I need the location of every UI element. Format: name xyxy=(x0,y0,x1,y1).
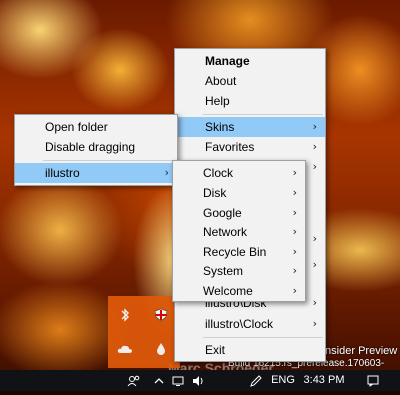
chevron-right-icon: › xyxy=(312,258,317,271)
menu-item-illustro-label: illustro xyxy=(45,166,80,180)
tray-overflow-flyout xyxy=(108,296,180,368)
pen-icon[interactable] xyxy=(248,370,264,391)
menu-item-disk[interactable]: Disk › xyxy=(173,183,305,203)
skins-submenu: Open folder Disable dragging illustro › xyxy=(14,114,178,186)
menu-item-google-label: Google xyxy=(203,206,242,220)
volume-icon[interactable] xyxy=(190,370,206,391)
menu-item-manage[interactable]: Manage xyxy=(175,51,325,71)
menu-item-about[interactable]: About xyxy=(175,71,325,91)
insider-preview-text: Insider Preview xyxy=(322,345,398,357)
menu-item-clock-label: Clock xyxy=(203,166,234,180)
menu-item-disable-dragging[interactable]: Disable dragging xyxy=(15,137,177,157)
menu-item-network-label: Network xyxy=(203,225,248,239)
chevron-right-icon: › xyxy=(312,120,317,133)
chevron-right-icon: › xyxy=(292,206,297,219)
menu-item-system[interactable]: System › xyxy=(173,261,305,281)
menu-item-google[interactable]: Google › xyxy=(173,203,305,223)
onedrive-icon[interactable] xyxy=(116,340,134,358)
network-icon[interactable] xyxy=(170,370,186,391)
menu-item-disk-label: Disk xyxy=(203,186,227,200)
people-icon[interactable] xyxy=(124,370,144,391)
menu-item-help[interactable]: Help xyxy=(175,91,325,111)
taskbar: ENG 3:43 PM xyxy=(0,370,400,391)
menu-item-illustro-clock-label: illustro\Clock xyxy=(205,317,274,331)
action-center-icon[interactable] xyxy=(364,370,382,391)
menu-item-disable-dragging-label: Disable dragging xyxy=(45,140,136,154)
bluetooth-icon[interactable] xyxy=(116,306,134,324)
menu-item-recycle-bin[interactable]: Recycle Bin › xyxy=(173,242,305,262)
illustro-submenu: Clock › Disk › Google › Network › Recycl… xyxy=(172,160,306,302)
menu-item-manage-label: Manage xyxy=(205,54,250,68)
menu-item-illustro-clock[interactable]: illustro\Clock › xyxy=(175,314,325,334)
chevron-right-icon: › xyxy=(312,232,317,245)
menu-item-favorites[interactable]: Favorites › xyxy=(175,137,325,157)
clock-time[interactable]: 3:43 PM xyxy=(302,370,346,391)
menu-item-clock[interactable]: Clock › xyxy=(173,163,305,183)
menu-item-skins-label: Skins xyxy=(205,120,235,134)
menu-item-help-label: Help xyxy=(205,94,230,108)
menu-item-exit-label: Exit xyxy=(205,343,226,357)
chevron-right-icon: › xyxy=(292,166,297,179)
menu-item-open-folder[interactable]: Open folder xyxy=(15,117,177,137)
chevron-right-icon: › xyxy=(292,284,297,297)
chevron-right-icon: › xyxy=(312,296,317,309)
menu-item-skins[interactable]: Skins › xyxy=(175,117,325,137)
menu-item-illustro[interactable]: illustro › xyxy=(15,163,177,183)
menu-separator xyxy=(203,337,323,338)
chevron-right-icon: › xyxy=(292,245,297,258)
windows-defender-icon[interactable] xyxy=(152,306,170,324)
menu-item-open-folder-label: Open folder xyxy=(45,120,108,134)
menu-item-welcome-label: Welcome xyxy=(203,284,253,298)
menu-separator xyxy=(43,160,175,161)
menu-item-network[interactable]: Network › xyxy=(173,222,305,242)
language-indicator[interactable]: ENG xyxy=(270,370,296,391)
menu-separator xyxy=(203,114,323,115)
menu-item-system-label: System xyxy=(203,264,244,278)
menu-item-welcome[interactable]: Welcome › xyxy=(173,281,305,301)
chevron-right-icon: › xyxy=(312,160,317,173)
chevron-right-icon: › xyxy=(292,264,297,277)
menu-item-about-label: About xyxy=(205,74,237,88)
menu-item-favorites-label: Favorites xyxy=(205,140,255,154)
chevron-right-icon: › xyxy=(312,317,317,330)
chevron-right-icon: › xyxy=(292,225,297,238)
drop-icon[interactable] xyxy=(152,340,170,358)
chevron-right-icon: › xyxy=(164,166,169,179)
chevron-right-icon: › xyxy=(292,186,297,199)
menu-item-exit[interactable]: Exit xyxy=(175,340,325,360)
chevron-right-icon: › xyxy=(312,140,317,153)
menu-item-recycle-bin-label: Recycle Bin xyxy=(203,245,267,259)
chevron-up-icon[interactable] xyxy=(152,370,166,391)
